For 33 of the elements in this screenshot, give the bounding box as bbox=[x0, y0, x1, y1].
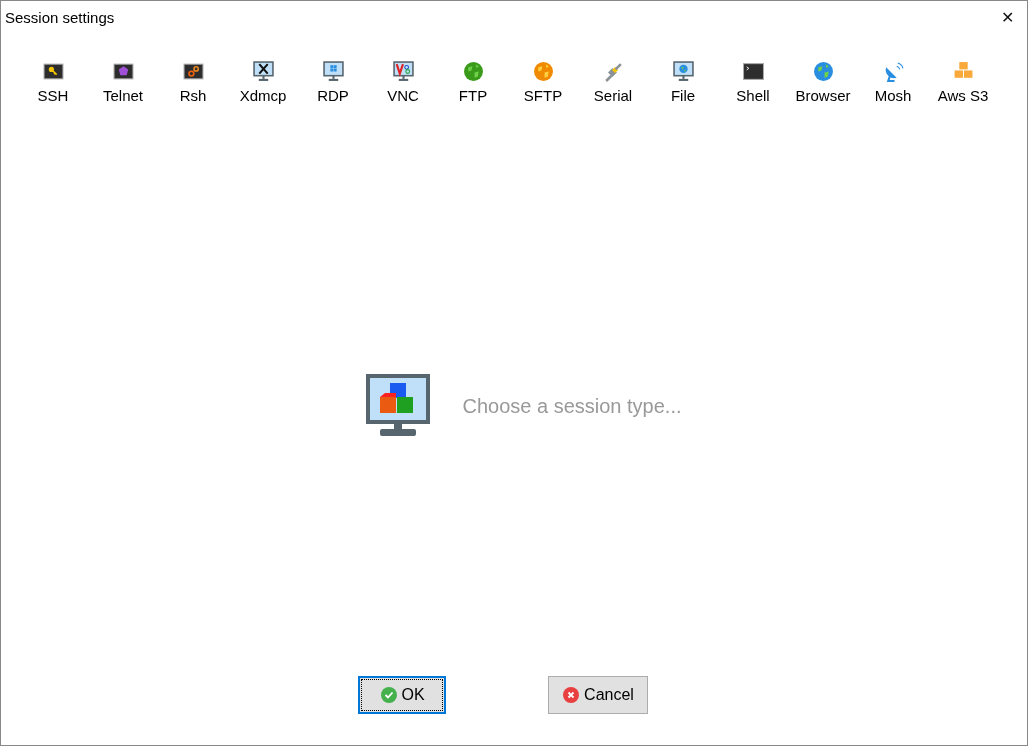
session-type-button[interactable]: Serial bbox=[578, 61, 648, 104]
monitor-icon bbox=[252, 61, 274, 82]
close-button[interactable]: ✕ bbox=[987, 1, 1027, 33]
ok-button[interactable]: OK bbox=[358, 676, 447, 714]
session-type-button[interactable]: SSH bbox=[18, 61, 88, 104]
globe-icon bbox=[462, 61, 484, 82]
cancel-icon bbox=[563, 687, 580, 703]
window-title: Session settings bbox=[5, 8, 115, 26]
globe-icon bbox=[812, 61, 834, 82]
cancel-button[interactable]: Cancel bbox=[548, 676, 648, 714]
globe-icon bbox=[532, 61, 554, 82]
session-type-button[interactable]: Mosh bbox=[858, 61, 928, 104]
gears-icon bbox=[182, 61, 204, 82]
monitor-icon bbox=[392, 61, 414, 82]
session-type-button[interactable]: Aws S3 bbox=[928, 61, 998, 104]
placeholder-message: Choose a session type... bbox=[462, 394, 682, 418]
session-type-button[interactable]: File bbox=[648, 61, 718, 104]
session-type-button[interactable]: Rsh bbox=[158, 61, 228, 104]
session-type-button[interactable]: FTP bbox=[438, 61, 508, 104]
terminal-icon bbox=[742, 61, 764, 82]
monitor-cubes-icon bbox=[366, 374, 431, 438]
session-type-button[interactable]: Telnet bbox=[88, 61, 158, 104]
session-type-button[interactable]: SFTP bbox=[508, 61, 578, 104]
session-type-button[interactable]: RDP bbox=[298, 61, 368, 104]
globe-monitor-icon bbox=[672, 61, 694, 82]
session-type-button[interactable]: Browser bbox=[788, 61, 858, 104]
monitor-icon bbox=[322, 61, 344, 82]
session-type-button[interactable]: Shell bbox=[718, 61, 788, 104]
session-type-button[interactable]: VNC bbox=[368, 61, 438, 104]
check-icon bbox=[380, 687, 397, 703]
key-icon bbox=[42, 61, 64, 82]
session-type-button[interactable]: Xdmcp bbox=[228, 61, 298, 104]
gem-icon bbox=[112, 61, 134, 82]
